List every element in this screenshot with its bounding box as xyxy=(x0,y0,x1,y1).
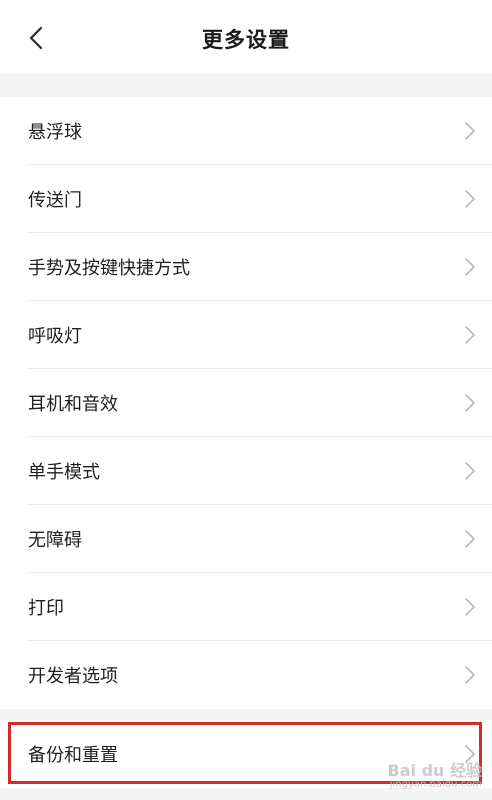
settings-item-label: 单手模式 xyxy=(28,462,100,483)
watermark-url: jingyan.baidu.com xyxy=(389,779,482,790)
settings-item-label: 手势及按键快捷方式 xyxy=(28,258,190,279)
chevron-right-icon xyxy=(462,597,478,617)
settings-item-label: 呼吸灯 xyxy=(28,326,82,347)
settings-list: 悬浮球 传送门 手势及按键快捷方式 呼吸灯 耳机和音效 单手模式 无障碍 打印 … xyxy=(0,97,492,709)
settings-item-label: 传送门 xyxy=(28,190,82,211)
chevron-right-icon xyxy=(462,393,478,413)
settings-item-accessibility[interactable]: 无障碍 xyxy=(0,505,492,573)
settings-item-label: 悬浮球 xyxy=(28,122,82,143)
chevron-right-icon xyxy=(462,529,478,549)
settings-item-label: 备份和重置 xyxy=(28,745,118,766)
settings-item-gesture-shortcuts[interactable]: 手势及按键快捷方式 xyxy=(0,233,492,301)
chevron-right-icon xyxy=(462,665,478,685)
settings-item-developer-options[interactable]: 开发者选项 xyxy=(0,641,492,709)
watermark: Bai du 经验 jingyan.baidu.com xyxy=(387,761,482,792)
chevron-right-icon xyxy=(462,325,478,345)
watermark-logo: Bai du 经验 xyxy=(387,761,482,780)
settings-item-portal[interactable]: 传送门 xyxy=(0,165,492,233)
page-title: 更多设置 xyxy=(202,28,290,52)
settings-item-one-hand-mode[interactable]: 单手模式 xyxy=(0,437,492,505)
settings-item-floating-ball[interactable]: 悬浮球 xyxy=(0,97,492,165)
section-gap xyxy=(0,75,492,97)
settings-item-breathing-light[interactable]: 呼吸灯 xyxy=(0,301,492,369)
chevron-right-icon xyxy=(462,257,478,277)
chevron-right-icon xyxy=(462,189,478,209)
settings-item-label: 开发者选项 xyxy=(28,666,118,687)
header-bar: 更多设置 xyxy=(0,0,492,76)
settings-item-headphones-audio[interactable]: 耳机和音效 xyxy=(0,369,492,437)
settings-item-label: 打印 xyxy=(28,598,64,619)
section-gap xyxy=(0,709,492,720)
settings-item-print[interactable]: 打印 xyxy=(0,573,492,641)
chevron-right-icon xyxy=(462,461,478,481)
settings-item-label: 耳机和音效 xyxy=(28,394,118,415)
settings-item-label: 无障碍 xyxy=(28,530,82,551)
chevron-right-icon xyxy=(462,121,478,141)
